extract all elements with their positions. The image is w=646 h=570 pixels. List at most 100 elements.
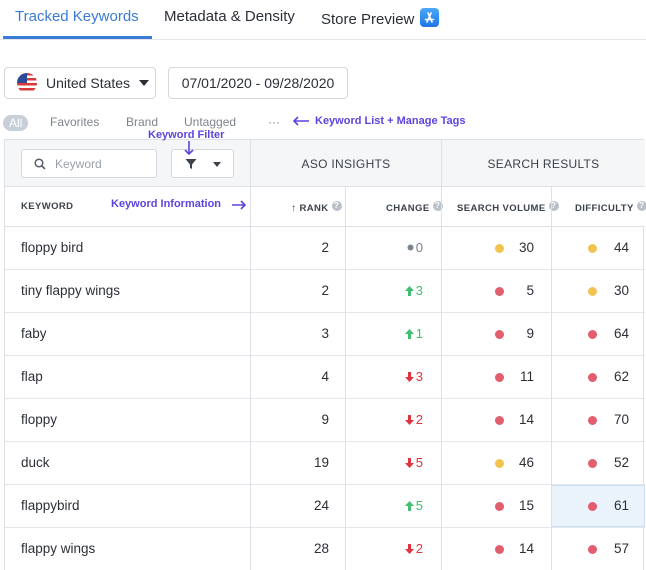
search-volume-cell: 9 bbox=[526, 326, 534, 341]
chip-brand[interactable]: Brand bbox=[126, 115, 158, 129]
keyword-cell: flappy wings bbox=[21, 541, 96, 556]
date-range-picker[interactable]: 07/01/2020 - 09/28/2020 bbox=[168, 67, 348, 99]
change-value: 2 bbox=[415, 541, 423, 556]
chip-untagged[interactable]: Untagged bbox=[184, 115, 236, 129]
more-tags-button[interactable]: ··· bbox=[268, 115, 280, 129]
col-change-label: CHANGE bbox=[386, 203, 430, 214]
change-value: 2 bbox=[415, 412, 423, 427]
change-cell: 2 bbox=[404, 541, 423, 556]
rank-cell: 28 bbox=[313, 541, 329, 556]
search-volume-cell: 14 bbox=[518, 541, 534, 556]
col-difficulty[interactable]: DIFFICULTY? bbox=[575, 201, 646, 214]
arrow-down-icon bbox=[404, 369, 416, 384]
keyword-cell: duck bbox=[21, 455, 50, 470]
country-select[interactable]: United States bbox=[4, 67, 156, 99]
rank-cell: 24 bbox=[313, 498, 329, 513]
help-icon[interactable]: ? bbox=[331, 201, 342, 211]
table-row[interactable]: tiny flappy wings 2 3 5 30 bbox=[5, 270, 645, 313]
app-store-icon bbox=[420, 8, 440, 27]
annotation-keyword-information: Keyword Information bbox=[111, 198, 222, 210]
caret-down-icon bbox=[213, 162, 221, 167]
search-volume-dot bbox=[495, 330, 504, 339]
keyword-cell: tiny flappy wings bbox=[21, 283, 121, 298]
table-row[interactable]: floppy bird 2 0 30 44 bbox=[5, 227, 645, 270]
col-change[interactable]: CHANGE? bbox=[386, 201, 443, 214]
change-value: 5 bbox=[415, 498, 423, 513]
change-cell: 1 bbox=[404, 326, 423, 341]
difficulty-dot bbox=[588, 244, 597, 253]
change-cell: 3 bbox=[404, 369, 423, 384]
keyword-search-input[interactable]: Keyword bbox=[21, 149, 157, 178]
col-difficulty-label: DIFFICULTY bbox=[575, 203, 634, 214]
keywords-table: Keyword ASO INSIGHTS SEARCH RESULTS KEYW… bbox=[4, 139, 646, 570]
table-row[interactable]: flappybird 24 5 15 61 bbox=[5, 485, 645, 528]
difficulty-cell: 52 bbox=[613, 455, 629, 470]
change-cell: 3 bbox=[404, 283, 423, 298]
search-volume-cell: 14 bbox=[518, 412, 534, 427]
search-volume-dot bbox=[495, 244, 504, 253]
keyword-filter-button[interactable] bbox=[171, 149, 234, 178]
difficulty-cell: 61 bbox=[613, 498, 629, 513]
change-cell: 5 bbox=[404, 455, 423, 470]
change-value: 1 bbox=[415, 326, 423, 341]
col-search-volume-label: SEARCH VOLUME bbox=[457, 203, 546, 214]
search-volume-cell: 30 bbox=[518, 240, 534, 255]
help-icon[interactable]: ? bbox=[636, 201, 646, 211]
difficulty-cell: 57 bbox=[613, 541, 629, 556]
tab-metadata-density[interactable]: Metadata & Density bbox=[164, 8, 295, 25]
arrow-down-icon bbox=[404, 455, 416, 470]
arrow-down-icon bbox=[404, 412, 416, 427]
table-row[interactable]: flappy wings 28 2 14 57 bbox=[5, 528, 645, 570]
col-keyword[interactable]: KEYWORD bbox=[21, 201, 73, 212]
us-flag-icon bbox=[17, 73, 37, 93]
search-volume-cell: 46 bbox=[518, 455, 534, 470]
search-volume-dot bbox=[495, 545, 504, 554]
rank-cell: 2 bbox=[321, 240, 329, 255]
arrow-left-icon bbox=[292, 116, 309, 126]
search-volume-dot bbox=[495, 459, 504, 468]
arrow-down-icon bbox=[184, 141, 194, 156]
arrow-down-icon bbox=[404, 541, 416, 556]
search-icon bbox=[34, 157, 46, 170]
table-row[interactable]: faby 3 1 9 64 bbox=[5, 313, 645, 356]
search-volume-cell: 11 bbox=[519, 369, 534, 384]
group-aso-insights: ASO INSIGHTS bbox=[301, 157, 391, 171]
table-group-header: Keyword ASO INSIGHTS SEARCH RESULTS bbox=[5, 140, 645, 187]
tab-store-preview[interactable]: Store Preview bbox=[321, 8, 440, 28]
difficulty-dot bbox=[588, 373, 597, 382]
col-search-volume[interactable]: SEARCH VOLUME? bbox=[457, 201, 559, 214]
difficulty-dot bbox=[588, 545, 597, 554]
rank-cell: 2 bbox=[321, 283, 329, 298]
arrow-up-icon bbox=[404, 283, 416, 298]
difficulty-dot bbox=[588, 416, 597, 425]
search-volume-dot bbox=[495, 373, 504, 382]
funnel-icon bbox=[185, 159, 197, 169]
rank-cell: 4 bbox=[321, 369, 329, 384]
chip-all[interactable]: All bbox=[3, 115, 29, 131]
difficulty-cell: 70 bbox=[613, 412, 629, 427]
change-cell: 5 bbox=[404, 498, 423, 513]
change-value: 3 bbox=[415, 369, 423, 384]
table-row[interactable]: flap 4 3 11 62 bbox=[5, 356, 645, 399]
sort-up-arrow-icon: ↑ bbox=[291, 203, 297, 214]
chip-favorites[interactable]: Favorites bbox=[50, 115, 99, 129]
annotation-keyword-list: Keyword List + Manage Tags bbox=[315, 115, 466, 127]
keyword-cell: floppy bird bbox=[21, 240, 84, 255]
tab-bar: Tracked Keywords Metadata & Density Stor… bbox=[0, 0, 646, 40]
active-tab-indicator bbox=[3, 36, 152, 39]
search-volume-dot bbox=[495, 416, 504, 425]
tab-tracked-keywords[interactable]: Tracked Keywords bbox=[15, 8, 139, 25]
rank-cell: 19 bbox=[313, 455, 329, 470]
rank-cell: 3 bbox=[321, 326, 329, 341]
difficulty-cell: 44 bbox=[613, 240, 629, 255]
annotation-keyword-filter: Keyword Filter bbox=[148, 129, 225, 141]
table-row[interactable]: duck 19 5 46 52 bbox=[5, 442, 645, 485]
column-divider bbox=[250, 140, 251, 570]
tab-store-preview-label: Store Preview bbox=[321, 11, 415, 28]
difficulty-dot bbox=[588, 459, 597, 468]
search-volume-dot bbox=[495, 287, 504, 296]
col-rank[interactable]: ↑ RANK? bbox=[291, 201, 342, 214]
keyword-cell: flappybird bbox=[21, 498, 80, 513]
search-volume-cell: 15 bbox=[518, 498, 534, 513]
table-row[interactable]: floppy 9 2 14 70 bbox=[5, 399, 645, 442]
